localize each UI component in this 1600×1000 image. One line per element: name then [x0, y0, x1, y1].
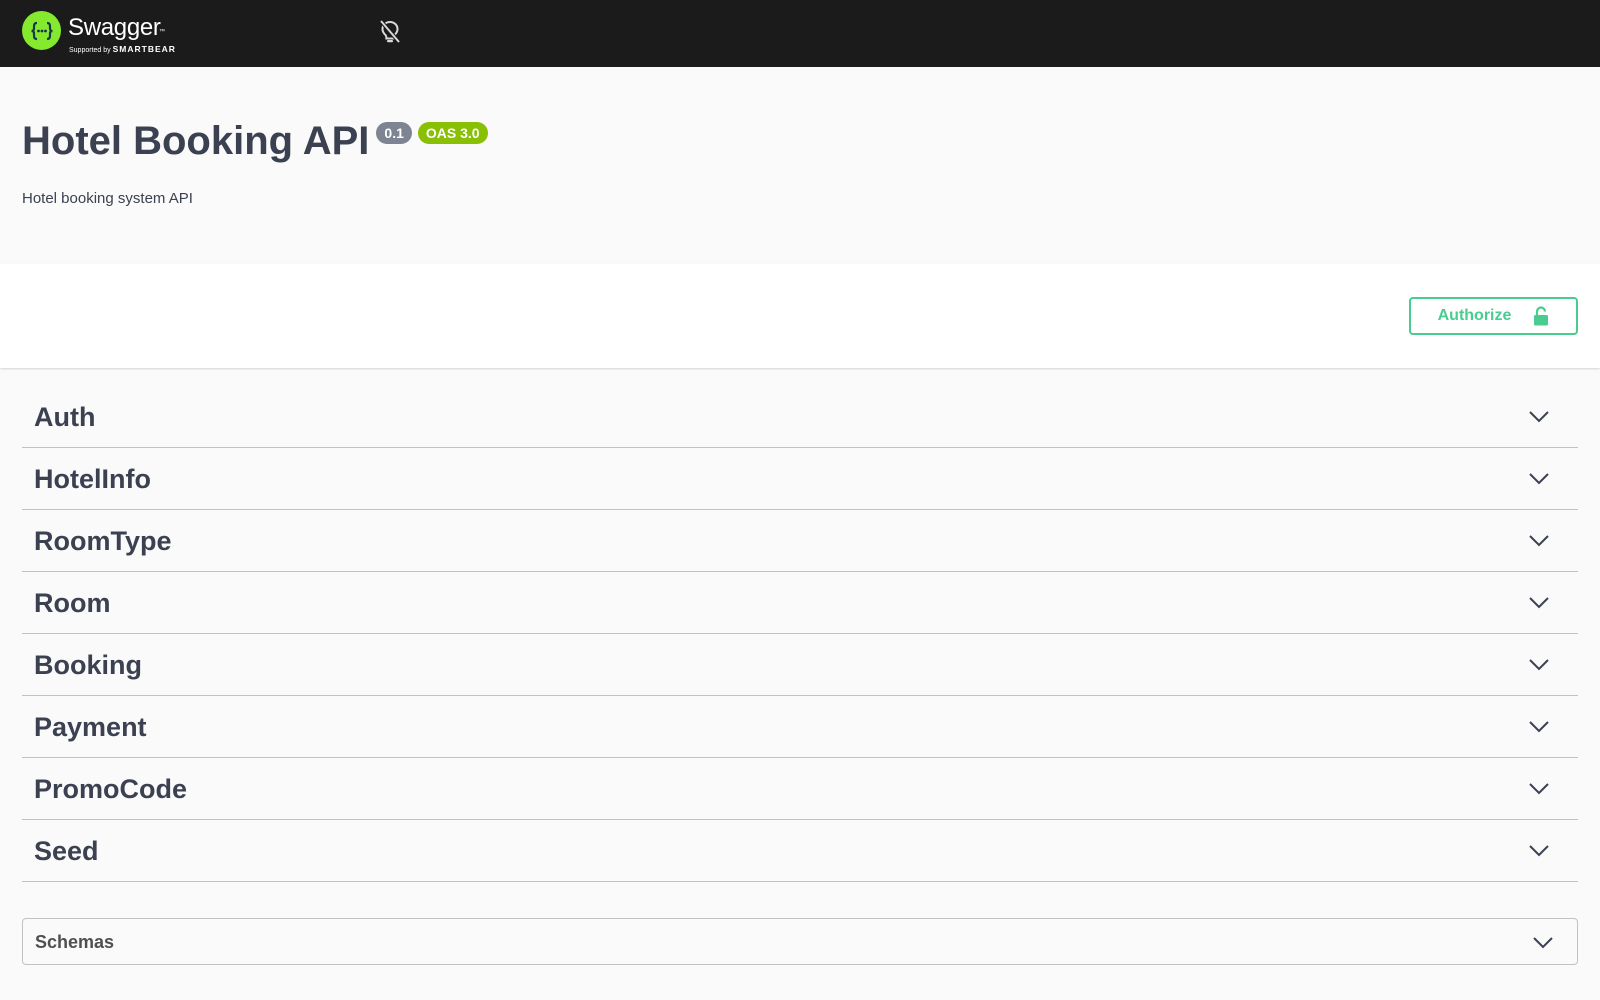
tag-label: PromoCode [34, 774, 188, 804]
swagger-logo[interactable]: Swagger ™ Supported by SMARTBEAR [22, 11, 188, 55]
chevron-down-icon[interactable] [1528, 840, 1550, 862]
tag-section-room[interactable]: Room [22, 572, 1578, 634]
chevron-down-icon[interactable] [1528, 778, 1550, 800]
tag-section-roomtype[interactable]: RoomType [22, 510, 1578, 572]
chevron-down-icon[interactable] [1528, 406, 1550, 428]
logo-name: Swagger [68, 14, 161, 41]
title-row: Hotel Booking API 0.1 OAS 3.0 [22, 118, 488, 164]
unlocked-padlock-icon [1534, 306, 1549, 326]
logo-trademark: ™ [159, 29, 165, 35]
tag-label: Booking [34, 650, 142, 680]
swagger-wordmark: Swagger ™ Supported by SMARTBEAR [68, 11, 188, 55]
tag-label: Seed [34, 836, 99, 866]
api-description: Hotel booking system API [22, 190, 193, 207]
tag-label: Room [34, 588, 111, 618]
oas-badge: OAS 3.0 [417, 122, 488, 144]
version-badge: 0.1 [376, 122, 412, 144]
tag-sections: Auth HotelInfo RoomType Room Booking Pay… [22, 386, 1578, 882]
logo-supported-text: Supported by [69, 47, 111, 54]
lightbulb-off-icon[interactable] [378, 19, 402, 45]
chevron-down-icon[interactable] [1531, 931, 1555, 955]
schemas-title: Schemas [35, 932, 115, 952]
swagger-logo-icon [22, 11, 61, 50]
chevron-down-icon[interactable] [1528, 716, 1550, 738]
chevron-down-icon[interactable] [1528, 468, 1550, 490]
page-title: Hotel Booking API [22, 119, 370, 163]
logo-supported-by: Supported by SMARTBEAR [69, 44, 176, 54]
tag-label: RoomType [34, 526, 172, 556]
tag-section-hotelinfo[interactable]: HotelInfo [22, 448, 1578, 510]
scheme-container: Authorize [0, 264, 1600, 368]
tag-label: Auth [34, 402, 96, 432]
topbar: Swagger ™ Supported by SMARTBEAR [0, 0, 1600, 67]
schemas-section[interactable]: Schemas [22, 918, 1578, 965]
tag-section-promocode[interactable]: PromoCode [22, 758, 1578, 820]
chevron-down-icon[interactable] [1528, 654, 1550, 676]
tag-section-booking[interactable]: Booking [22, 634, 1578, 696]
chevron-down-icon[interactable] [1528, 530, 1550, 552]
chevron-down-icon[interactable] [1528, 592, 1550, 614]
authorize-label: Authorize [1437, 307, 1512, 324]
tag-section-seed[interactable]: Seed [22, 820, 1578, 882]
tag-section-payment[interactable]: Payment [22, 696, 1578, 758]
tag-label: HotelInfo [34, 464, 151, 494]
logo-company: SMARTBEAR [112, 44, 176, 54]
tag-label: Payment [34, 712, 147, 742]
api-info: Hotel Booking API 0.1 OAS 3.0 [22, 118, 488, 164]
authorize-button[interactable]: Authorize [1409, 297, 1578, 335]
tag-section-auth[interactable]: Auth [22, 386, 1578, 448]
